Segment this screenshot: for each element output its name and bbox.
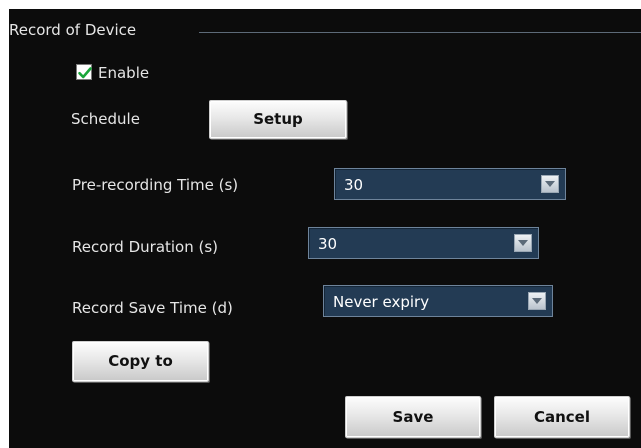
group-divider <box>199 32 641 33</box>
chevron-down-icon[interactable] <box>541 175 559 193</box>
chevron-down-icon[interactable] <box>528 292 546 310</box>
duration-label: Record Duration (s) <box>72 238 219 256</box>
schedule-label: Schedule <box>71 110 140 128</box>
prerecord-select[interactable]: 30 <box>334 168 566 200</box>
setup-button[interactable]: Setup <box>209 100 347 139</box>
save-time-value: Never expiry <box>333 293 430 311</box>
group-title: Record of Device <box>9 21 137 39</box>
window-frame: Record of Device Enable Schedule Setup P… <box>0 0 641 448</box>
prerecord-label: Pre-recording Time (s) <box>72 176 239 194</box>
cancel-button[interactable]: Cancel <box>494 396 630 438</box>
duration-select[interactable]: 30 <box>308 227 539 259</box>
enable-label: Enable <box>98 64 150 82</box>
record-settings-panel: Record of Device Enable Schedule Setup P… <box>9 9 641 448</box>
save-button[interactable]: Save <box>345 396 481 438</box>
prerecord-value: 30 <box>344 176 364 194</box>
duration-value: 30 <box>318 235 338 253</box>
save-time-select[interactable]: Never expiry <box>323 285 553 317</box>
save-time-label: Record Save Time (d) <box>72 299 233 317</box>
checkmark-icon <box>78 67 92 79</box>
chevron-down-icon[interactable] <box>514 234 532 252</box>
enable-checkbox[interactable] <box>76 64 92 80</box>
copy-to-button[interactable]: Copy to <box>72 341 209 382</box>
